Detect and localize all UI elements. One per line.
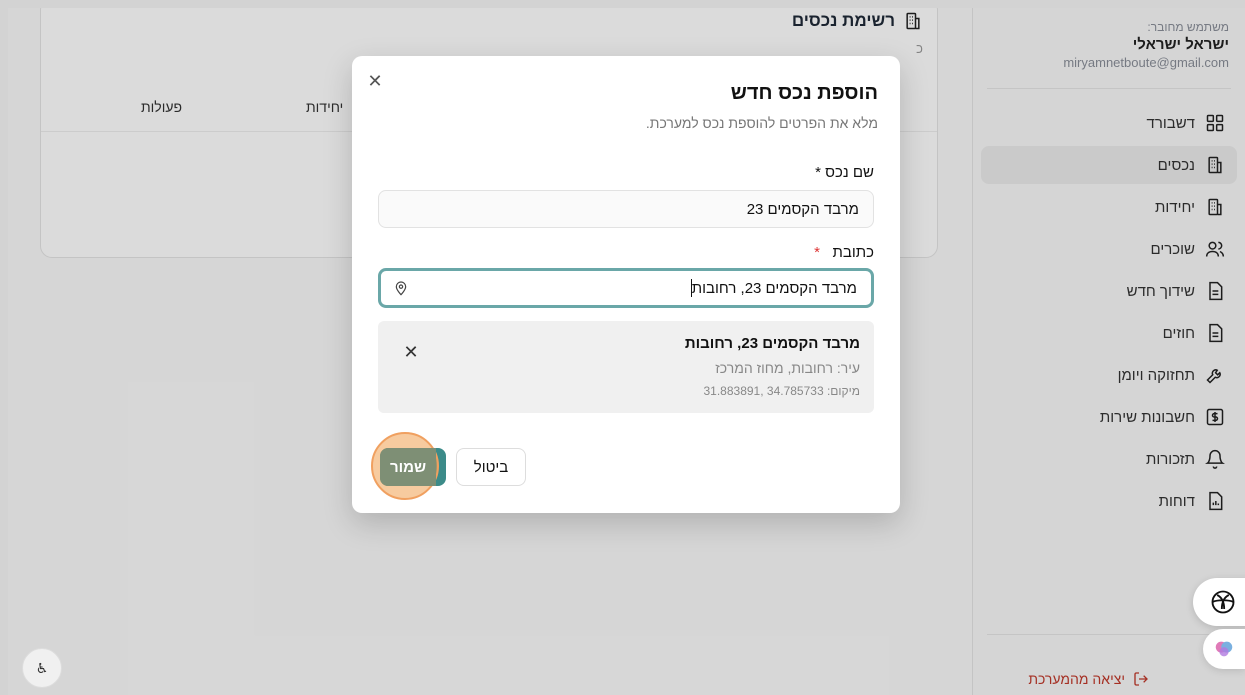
add-property-dialog: ✕ הוספת נכס חדש מלא את הפרטים להוספת נכס… (352, 56, 900, 513)
close-icon[interactable]: ✕ (366, 72, 384, 90)
property-name-label: שם נכס * (815, 164, 874, 181)
address-value: מרבד הקסמים 23, רחובות (691, 279, 857, 297)
address-label: כתובת * (814, 244, 874, 261)
accessibility-icon: ♿ (35, 659, 49, 676)
address-label-text: כתובת (832, 244, 874, 261)
close-icon[interactable]: ✕ (402, 343, 420, 361)
ai-assistant-button[interactable] (1193, 578, 1245, 626)
dialog-description: מלא את הפרטים להוספת נכס למערכת. (645, 115, 878, 131)
property-name-value: מרבד הקסמים 23 (746, 200, 859, 218)
brain-assistant-button[interactable] (1203, 629, 1245, 669)
place-city: עיר: רחובות, מחוז המרכז (715, 360, 860, 376)
ai-knot-icon (1211, 590, 1235, 614)
cancel-button[interactable]: ביטול (456, 448, 526, 486)
place-name: מרבד הקסמים 23, רחובות (684, 335, 860, 352)
address-input[interactable]: מרבד הקסמים 23, רחובות (378, 268, 874, 308)
map-pin-icon (395, 281, 407, 296)
place-location: מיקום: 34.785733 ,31.883891 (703, 384, 860, 398)
text-caret (690, 279, 692, 297)
brain-icon (1215, 641, 1233, 657)
property-name-input[interactable]: מרבד הקסמים 23 (378, 190, 874, 228)
accessibility-button[interactable]: ♿ (22, 648, 62, 688)
selected-place-card: מרבד הקסמים 23, רחובות עיר: רחובות, מחוז… (378, 321, 874, 413)
required-marker: * (814, 244, 820, 261)
dialog-title: הוספת נכס חדש (730, 82, 878, 104)
save-button[interactable]: שמור (380, 448, 436, 486)
